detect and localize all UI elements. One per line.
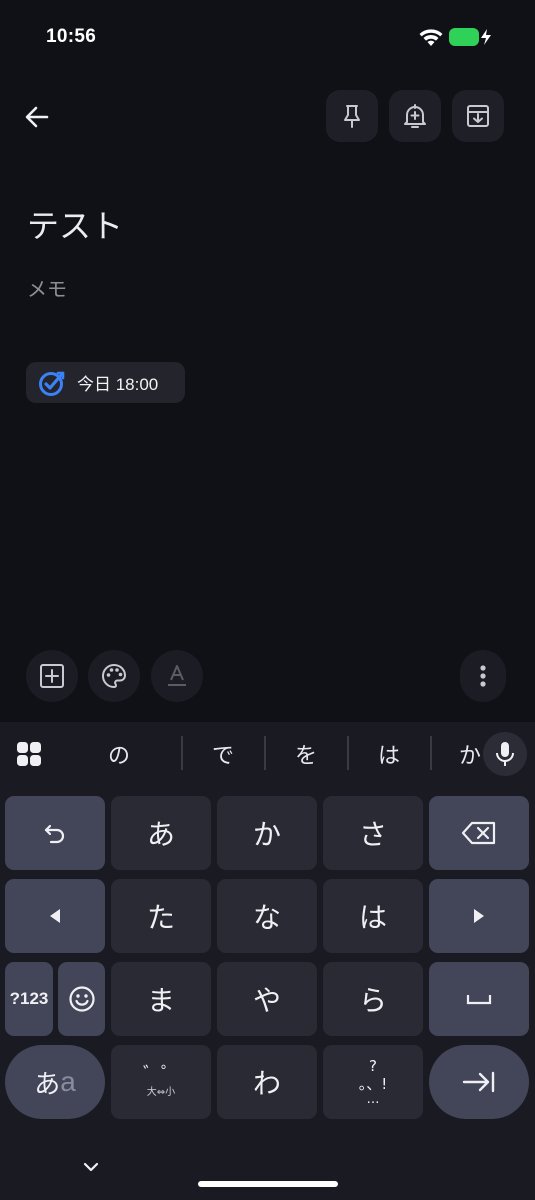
back-button[interactable] bbox=[20, 100, 54, 134]
reminder-check-icon bbox=[39, 371, 65, 396]
dakuten-key[interactable]: ゛゜ 大⇔小 bbox=[111, 1045, 211, 1119]
key-ha[interactable]: は bbox=[323, 879, 423, 953]
suggestion-divider bbox=[430, 736, 432, 770]
pin-button[interactable] bbox=[326, 90, 378, 142]
key-a[interactable]: あ bbox=[111, 796, 211, 870]
note-title[interactable]: テスト bbox=[27, 201, 123, 247]
space-key[interactable] bbox=[429, 962, 529, 1036]
space-icon bbox=[466, 995, 492, 1005]
reminder-chip-label: 今日 18:00 bbox=[77, 375, 159, 394]
wifi-icon bbox=[419, 29, 443, 46]
key-ma[interactable]: ま bbox=[111, 962, 211, 1036]
mic-icon bbox=[496, 742, 514, 766]
background-color-button[interactable] bbox=[88, 650, 140, 702]
add-reminder-icon bbox=[404, 104, 426, 128]
punctuation-key[interactable]: ? 。、! … bbox=[323, 1045, 423, 1119]
suggestion-item[interactable]: で bbox=[193, 738, 253, 770]
status-bar: 10:56 bbox=[0, 0, 535, 76]
input-mode-main: あ bbox=[34, 1069, 61, 1100]
suggestion-item[interactable]: の bbox=[89, 738, 149, 770]
arrow-right-icon bbox=[474, 909, 484, 923]
reminder-chip[interactable]: 今日 18:00 bbox=[26, 362, 185, 403]
key-ya[interactable]: や bbox=[217, 962, 317, 1036]
arrow-back-icon bbox=[25, 106, 49, 128]
key-na[interactable]: な bbox=[217, 879, 317, 953]
pin-icon bbox=[344, 105, 360, 128]
cursor-left-key[interactable] bbox=[5, 879, 105, 953]
punct-marks: 。、! bbox=[358, 1075, 388, 1093]
tab-arrow-icon bbox=[462, 1071, 495, 1093]
note-body-field[interactable]: メモ bbox=[27, 273, 67, 302]
emoji-icon bbox=[68, 986, 95, 1012]
hide-keyboard-chevron-icon[interactable] bbox=[82, 1160, 100, 1174]
punct-ellipsis: … bbox=[366, 1092, 380, 1107]
battery-icon bbox=[449, 28, 479, 46]
undo-key[interactable] bbox=[5, 796, 105, 870]
apps-grid-icon[interactable] bbox=[16, 741, 42, 767]
key-ra[interactable]: ら bbox=[323, 962, 423, 1036]
punct-question: ? bbox=[369, 1057, 377, 1075]
reminder-button[interactable] bbox=[389, 90, 441, 142]
keyboard: の で を は か あ か さ た な は ?123 ま や ら あ a ゛゜ … bbox=[0, 722, 535, 1200]
palette-icon bbox=[102, 663, 127, 689]
suggestion-item[interactable]: を bbox=[276, 738, 336, 770]
charging-icon bbox=[481, 29, 491, 45]
emoji-key[interactable] bbox=[58, 962, 105, 1036]
text-format-button[interactable] bbox=[151, 650, 203, 702]
dakuten-label: ゛゜ bbox=[143, 1064, 179, 1085]
undo-icon bbox=[44, 824, 65, 844]
voice-input-button[interactable] bbox=[483, 732, 527, 776]
suggestion-bar: の で を は か bbox=[0, 722, 535, 786]
suggestion-divider bbox=[264, 736, 266, 770]
key-ka[interactable]: か bbox=[217, 796, 317, 870]
archive-button[interactable] bbox=[452, 90, 504, 142]
input-mode-key[interactable]: あa bbox=[5, 1045, 105, 1119]
home-indicator[interactable] bbox=[198, 1181, 338, 1187]
key-wa[interactable]: わ bbox=[217, 1045, 317, 1119]
backspace-icon bbox=[461, 821, 496, 845]
arrow-left-icon bbox=[50, 909, 60, 923]
status-time: 10:56 bbox=[46, 26, 97, 47]
suggestion-divider bbox=[181, 736, 183, 770]
next-field-key[interactable] bbox=[429, 1045, 529, 1119]
key-sa[interactable]: さ bbox=[323, 796, 423, 870]
suggestion-item[interactable]: は bbox=[359, 738, 419, 770]
suggestion-divider bbox=[347, 736, 349, 770]
more-vert-icon bbox=[480, 665, 486, 687]
add-box-icon bbox=[40, 664, 64, 688]
symbols-mode-key[interactable]: ?123 bbox=[5, 962, 53, 1036]
size-toggle-label: 大⇔小 bbox=[146, 1087, 176, 1098]
symbols-mode-label: ?123 bbox=[9, 989, 49, 1008]
backspace-key[interactable] bbox=[429, 796, 529, 870]
key-ta[interactable]: た bbox=[111, 879, 211, 953]
archive-icon bbox=[467, 105, 489, 127]
text-format-icon bbox=[168, 665, 186, 686]
add-content-button[interactable] bbox=[26, 650, 78, 702]
more-options-button[interactable] bbox=[460, 650, 506, 702]
cursor-right-key[interactable] bbox=[429, 879, 529, 953]
input-mode-sub: a bbox=[60, 1066, 76, 1097]
